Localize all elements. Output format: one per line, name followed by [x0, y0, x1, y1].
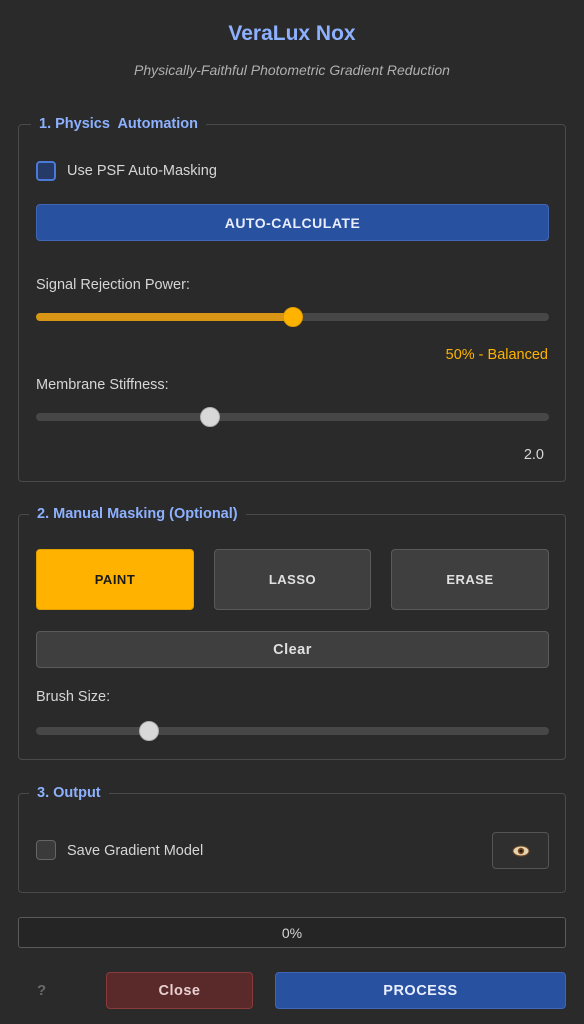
manual-masking-group: 2. Manual Masking (Optional) PAINT LASSO…	[18, 506, 566, 760]
process-button[interactable]: PROCESS	[275, 972, 566, 1009]
membrane-stiffness-value: 2.0	[523, 447, 544, 463]
save-gradient-checkbox[interactable]	[36, 840, 56, 860]
brush-size-label: Brush Size:	[36, 689, 111, 705]
output-group-title: 3. Output	[29, 785, 109, 801]
signal-rejection-value: 50% - Balanced	[445, 347, 548, 363]
save-gradient-label[interactable]: Save Gradient Model	[67, 843, 203, 859]
signal-rejection-handle[interactable]	[282, 307, 303, 327]
signal-rejection-label: Signal Rejection Power:	[36, 277, 190, 293]
membrane-stiffness-slider[interactable]	[36, 407, 549, 427]
progress-text: 0%	[281, 924, 303, 941]
brush-size-handle[interactable]	[138, 721, 159, 741]
progress-bar: 0%	[18, 917, 566, 948]
signal-rejection-slider[interactable]	[36, 307, 549, 327]
signal-rejection-fill	[36, 313, 293, 321]
preview-gradient-button[interactable]	[492, 832, 549, 869]
help-button[interactable]: ?	[37, 982, 46, 999]
eye-icon	[512, 845, 529, 856]
membrane-stiffness-label: Membrane Stiffness:	[36, 377, 169, 393]
auto-calculate-button[interactable]: AUTO-CALCULATE	[36, 204, 549, 241]
app-subtitle: Physically-Faithful Photometric Gradient…	[134, 62, 450, 78]
close-button[interactable]: Close	[106, 972, 253, 1009]
app-title: VeraLux Nox	[228, 22, 356, 45]
psf-auto-masking-label[interactable]: Use PSF Auto-Masking	[67, 163, 217, 179]
paint-tool-button[interactable]: PAINT	[36, 549, 194, 610]
physics-group-title: 1. Physics Automation	[31, 116, 206, 132]
lasso-tool-button[interactable]: LASSO	[214, 549, 371, 610]
clear-mask-button[interactable]: Clear	[36, 631, 549, 668]
output-group: 3. Output Save Gradient Model	[18, 785, 566, 893]
psf-auto-masking-checkbox[interactable]	[36, 161, 56, 181]
masking-group-title: 2. Manual Masking (Optional)	[29, 506, 246, 522]
physics-automation-group: 1. Physics Automation Use PSF Auto-Maski…	[18, 116, 566, 482]
membrane-stiffness-handle[interactable]	[200, 407, 221, 427]
brush-size-slider[interactable]	[36, 721, 549, 741]
erase-tool-button[interactable]: ERASE	[391, 549, 549, 610]
